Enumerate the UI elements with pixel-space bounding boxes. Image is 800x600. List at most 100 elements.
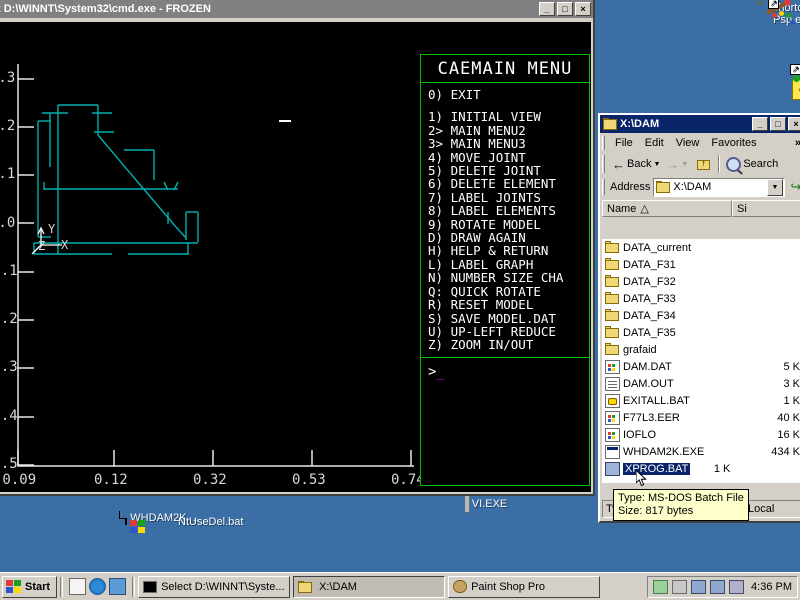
file-list-header[interactable]: Name △ Si (602, 200, 800, 217)
taskbar[interactable]: Start Select D:\WINNT\Syste... X:\DAM Pa… (0, 572, 800, 600)
desktop[interactable]: ↗ Shortcut Psp.ex ☺ ↗ WHDAM2K.... NtUseD… (0, 0, 800, 600)
up-button[interactable]: ↑ (691, 154, 715, 174)
tray-modem-icon[interactable] (729, 579, 745, 594)
desktop-icon-smiley-note[interactable]: ☺ ↗ (760, 64, 800, 100)
tray-network-b-icon[interactable] (710, 579, 726, 594)
menu-item-help-return[interactable]: H) HELP & RETURN (428, 244, 589, 258)
menu-item-zoom-in-out[interactable]: Z) ZOOM IN/OUT (428, 338, 589, 352)
explorer-window[interactable]: X:\DAM _ □ × File Edit View Favorites » … (598, 113, 800, 523)
menu-item-up-left-reduce[interactable]: U) UP-LEFT REDUCE (428, 324, 589, 338)
menu-view[interactable]: View (670, 135, 706, 151)
file-list-row[interactable]: DAM.OUT 3 K (602, 375, 800, 392)
toolbar-grip[interactable] (602, 155, 605, 173)
file-list-row[interactable]: EXITALL.BAT 1 K (602, 392, 800, 409)
column-header-name[interactable]: Name △ (602, 200, 732, 217)
caemain-menu-panel[interactable]: CAEMAIN MENU 0) EXIT 1) INITIAL VIEW 2> … (420, 54, 590, 486)
back-button[interactable]: ← Back ▼ (609, 155, 663, 174)
menu-file[interactable]: File (609, 135, 639, 151)
file-list-row[interactable]: DATA_F32 (602, 273, 800, 290)
addressbar-grip[interactable] (602, 179, 605, 195)
menu-item-save-model[interactable]: S) SAVE MODEL.DAT (428, 311, 589, 325)
file-list-row[interactable]: grafaid (602, 341, 800, 358)
explorer-menubar[interactable]: File Edit View Favorites » (600, 133, 800, 152)
cmd-console-window[interactable]: t D:\WINNT\System32\cmd.exe - FROZEN _ □… (0, 0, 595, 496)
chevron-down-icon[interactable]: ▼ (681, 161, 688, 168)
menu-item-delete-element[interactable]: 6) DELETE ELEMENT (428, 177, 589, 191)
start-button[interactable]: Start (2, 575, 58, 598)
close-button[interactable]: × (788, 117, 800, 131)
file-list-row[interactable]: DATA_F34 (602, 307, 800, 324)
menu-item-main-menu2[interactable]: 2> MAIN MENU2 (428, 123, 589, 137)
maximize-button[interactable]: □ (770, 117, 786, 131)
menu-item-label-elements[interactable]: 8) LABEL ELEMENTS (428, 204, 589, 218)
menu-item-rotate-model[interactable]: 9) ROTATE MODEL (428, 217, 589, 231)
menu-item-main-menu3[interactable]: 3> MAIN MENU3 (428, 137, 589, 151)
cmd-titlebar[interactable]: t D:\WINNT\System32\cmd.exe - FROZEN _ □… (0, 0, 593, 18)
file-list-row[interactable]: WHDAM2K.EXE 434 K (602, 443, 800, 460)
cae-plot-svg (17, 64, 414, 467)
menu-item-draw-again[interactable]: D) DRAW AGAIN (428, 231, 589, 245)
file-list-row[interactable]: DATA_F31 (602, 256, 800, 273)
forward-button[interactable]: → ▼ (663, 155, 691, 174)
cae-plot-area[interactable]: 0.3 0.2 0.1 0.0 -0.1 -0.2 -0.3 -0.4 -0.5… (0, 22, 425, 492)
taskbar-button-explorer[interactable]: X:\DAM (293, 575, 446, 598)
minimize-button[interactable]: _ (539, 2, 555, 16)
desktop-icon-ntusedel-label[interactable]: NtUseDel.bat (178, 516, 243, 528)
menu-item-initial-view[interactable]: 1) INITIAL VIEW (428, 110, 589, 124)
file-list-row[interactable]: XPROG.BAT 1 K (602, 460, 800, 477)
y-tick-3: 0.0 (0, 215, 16, 231)
taskbar-button-psp[interactable]: Paint Shop Pro (448, 575, 601, 598)
file-list-row[interactable]: DAM.DAT 5 K (602, 358, 800, 375)
chevron-down-icon[interactable]: ▼ (653, 161, 660, 168)
tray-disconnected-network-icon[interactable] (672, 579, 688, 594)
cmd-console-client[interactable]: 0.3 0.2 0.1 0.0 -0.1 -0.2 -0.3 -0.4 -0.5… (0, 22, 591, 492)
menu-favorites[interactable]: Favorites (705, 135, 762, 151)
quick-launch-bar[interactable] (66, 578, 129, 595)
tray-pencil-icon[interactable] (653, 579, 669, 594)
caemain-menu-items[interactable]: 0) EXIT 1) INITIAL VIEW 2> MAIN MENU2 3>… (421, 83, 589, 352)
close-button[interactable]: × (575, 2, 591, 16)
file-name: DATA_current (623, 241, 692, 254)
explorer-titlebar[interactable]: X:\DAM _ □ × (600, 115, 800, 133)
column-header-size[interactable]: Si (732, 200, 800, 217)
internet-explorer-icon[interactable] (89, 578, 107, 595)
menu-item-number-size[interactable]: N) NUMBER SIZE CHA (428, 271, 589, 285)
command-prompt[interactable]: >_ (421, 358, 589, 380)
menubar-grip[interactable] (602, 135, 605, 150)
outlook-express-icon[interactable] (109, 578, 127, 595)
menu-item-label-graph[interactable]: L) LABEL GRAPH (428, 257, 589, 271)
file-list-row[interactable]: IOFLO 16 K (602, 426, 800, 443)
file-list-row[interactable]: DATA_F33 (602, 290, 800, 307)
taskbar-button-cmd[interactable]: Select D:\WINNT\Syste... (138, 575, 291, 598)
taskbar-clock[interactable]: 4:36 PM (748, 581, 792, 593)
menu-item-reset-model[interactable]: R) RESET MODEL (428, 298, 589, 312)
menu-overflow-chevron-icon[interactable]: » (795, 137, 800, 149)
desktop-icon-psp-shortcut[interactable]: ↗ Shortcut Psp.ex (755, 0, 800, 26)
address-dropdown-chevron-icon[interactable]: ▼ (767, 178, 783, 196)
file-list-row[interactable]: DATA_current (602, 239, 800, 256)
explorer-toolbar[interactable]: ← Back ▼ → ▼ ↑ Search (600, 152, 800, 176)
desktop-icon-vi-exe[interactable]: VI.EXE (456, 496, 516, 512)
explorer-address-bar[interactable]: Address X:\DAM ▼ ↪ (600, 176, 800, 198)
y-tick-2: 0.1 (0, 166, 16, 182)
file-list-row[interactable]: DATA_F35 (602, 324, 800, 341)
go-icon[interactable]: ↪ (788, 179, 800, 195)
folder-icon (605, 291, 620, 306)
menu-item-delete-joint[interactable]: 5) DELETE JOINT (428, 164, 589, 178)
maximize-button[interactable]: □ (557, 2, 573, 16)
menu-item-exit[interactable]: 0) EXIT (428, 88, 589, 102)
menu-item-move-joint[interactable]: 4) MOVE JOINT (428, 150, 589, 164)
file-list[interactable]: DATA_current DATA_F31 DATA_F32 DATA_F33 DATA… (602, 239, 800, 483)
minimize-button[interactable]: _ (752, 117, 768, 131)
menu-item-quick-rotate[interactable]: Q: QUICK ROTATE (428, 284, 589, 298)
file-size: 1 K (783, 394, 800, 407)
address-input[interactable]: X:\DAM ▼ (653, 177, 785, 197)
menu-edit[interactable]: Edit (639, 135, 670, 151)
file-list-row[interactable]: F77L3.EER 40 K (602, 409, 800, 426)
menu-item-label-joints[interactable]: 7) LABEL JOINTS (428, 190, 589, 204)
show-desktop-icon[interactable] (69, 578, 87, 595)
tray-network-a-icon[interactable] (691, 579, 707, 594)
search-button[interactable]: Search (723, 155, 781, 174)
system-tray[interactable]: 4:36 PM (647, 575, 798, 598)
file-size: 1 K (713, 462, 731, 475)
